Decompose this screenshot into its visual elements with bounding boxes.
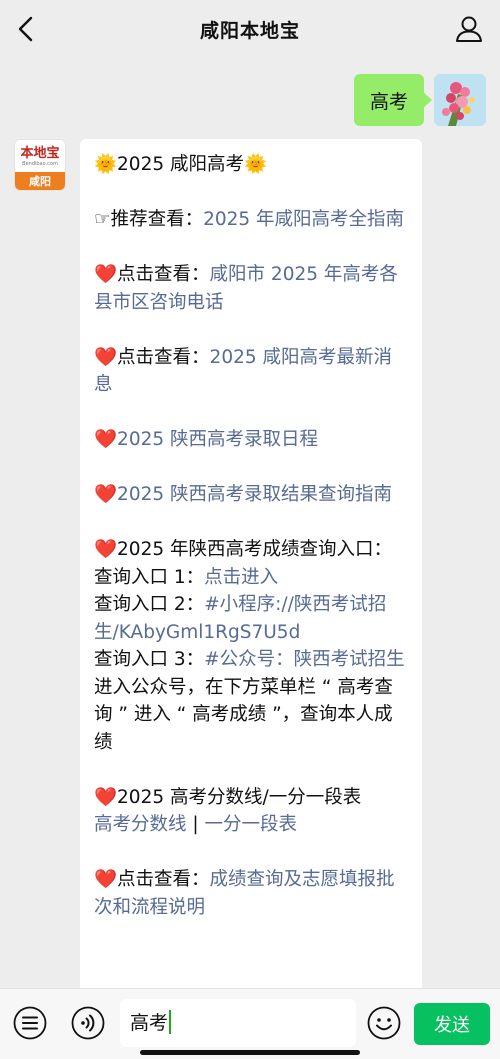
chat-title: 咸阳本地宝 bbox=[199, 19, 300, 42]
reply-item-results: ❤️2025 陕西高考录取结果查询指南 bbox=[94, 481, 408, 509]
message-input[interactable]: 高考 bbox=[120, 999, 356, 1047]
entry-3-label: 查询入口 3： bbox=[94, 649, 205, 670]
results-link[interactable]: 2025 陕西高考录取结果查询指南 bbox=[117, 484, 392, 505]
entry-3: 查询入口 3：#公众号：陕西考试招生 bbox=[94, 646, 408, 674]
reply-item-score-entry: ❤️2025 年陕西高考成绩查询入口： 查询入口 1：点击进入 查询入口 2：#… bbox=[94, 536, 408, 756]
text-caret bbox=[169, 1010, 172, 1034]
reply-item-phones: ❤️点击查看：咸阳市 2025 年高考各县市区咨询电话 bbox=[94, 261, 408, 316]
reply-item-phones-prefix: ❤️点击查看： bbox=[94, 264, 210, 285]
entry-2-label: 查询入口 2： bbox=[94, 594, 205, 615]
outgoing-message-text: 高考 bbox=[369, 90, 408, 113]
home-indicator bbox=[140, 1050, 360, 1055]
reply-item-news: ❤️点击查看：2025 咸阳高考最新消息 bbox=[94, 344, 408, 399]
bot-avatar[interactable]: 本地宝 Bendibao.com 咸阳 bbox=[14, 139, 66, 191]
emoji-icon[interactable] bbox=[366, 1005, 402, 1041]
bot-logo: 本地宝 Bendibao.com bbox=[15, 140, 65, 174]
nav-bar: 咸阳本地宝 bbox=[0, 0, 500, 58]
entry-1-label: 查询入口 1： bbox=[94, 566, 205, 588]
score-lines-title: ❤️2025 高考分数线/一分一段表 bbox=[94, 786, 362, 808]
outgoing-message[interactable]: 高考 bbox=[353, 74, 433, 126]
flower-photo-icon bbox=[434, 74, 486, 126]
reply-item-news-prefix: ❤️点击查看： bbox=[94, 346, 210, 368]
score-entry-title: ❤️2025 年陕西高考成绩查询入口： bbox=[94, 539, 392, 560]
entry-1-link[interactable]: 点击进入 bbox=[204, 567, 278, 588]
entry-2: 查询入口 2：#小程序://陕西考试招生/KAbyGml1RgS7U5d bbox=[94, 591, 408, 646]
link-separator: | bbox=[186, 814, 205, 835]
reply-message: 🌞2025 咸阳高考🌞 ☞推荐查看：2025 年咸阳高考全指南 ❤️点击查看：咸… bbox=[80, 139, 422, 999]
reply-item-score-lines: ❤️2025 高考分数线/一分一段表 高考分数线 | 一分一段表 bbox=[94, 784, 408, 839]
send-button[interactable]: 发送 bbox=[414, 1003, 490, 1045]
entry-note: 进入公众号，在下方菜单栏 “ 高考查询 ” 进入 “ 高考成绩 ”，查询本人成绩 bbox=[94, 676, 393, 753]
score-line-link[interactable]: 高考分数线 bbox=[94, 814, 187, 835]
menu-list-icon[interactable] bbox=[12, 1005, 48, 1041]
reply-item-guide: ☞推荐查看：2025 年咸阳高考全指南 bbox=[94, 206, 408, 234]
my-avatar[interactable] bbox=[434, 74, 486, 126]
heart-icon: ❤️ bbox=[94, 484, 118, 505]
schedule-link[interactable]: 2025 陕西高考录取日程 bbox=[117, 429, 318, 450]
score-lines-links: 高考分数线 | 一分一段表 bbox=[94, 811, 408, 839]
input-bar: 高考 发送 bbox=[0, 988, 500, 1059]
heart-icon: ❤️ bbox=[94, 429, 118, 450]
guide-link[interactable]: 2025 年咸阳高考全指南 bbox=[203, 209, 404, 230]
reply-item-guide-prefix: ☞推荐查看： bbox=[94, 209, 204, 230]
entry-1: 查询入口 1：点击进入 bbox=[94, 564, 408, 592]
profile-icon[interactable] bbox=[452, 12, 486, 46]
message-input-value: 高考 bbox=[130, 1012, 169, 1034]
reply-header: 🌞2025 咸阳高考🌞 bbox=[94, 154, 268, 175]
bot-city-label: 咸阳 bbox=[15, 172, 65, 190]
voice-icon[interactable] bbox=[70, 1005, 106, 1041]
bot-logo-text: 本地宝 bbox=[20, 146, 60, 161]
back-icon[interactable] bbox=[10, 12, 44, 46]
score-segment-link[interactable]: 一分一段表 bbox=[205, 814, 298, 835]
reply-item-volunteer-prefix: ❤️点击查看： bbox=[94, 869, 210, 890]
reply-item-volunteer: ❤️点击查看：成绩查询及志愿填报批次和流程说明 bbox=[94, 866, 408, 921]
reply-item-schedule: ❤️2025 陕西高考录取日程 bbox=[94, 426, 408, 454]
official-account-link[interactable]: #公众号：陕西考试招生 bbox=[204, 649, 405, 670]
bot-logo-url: Bendibao.com bbox=[22, 161, 58, 167]
